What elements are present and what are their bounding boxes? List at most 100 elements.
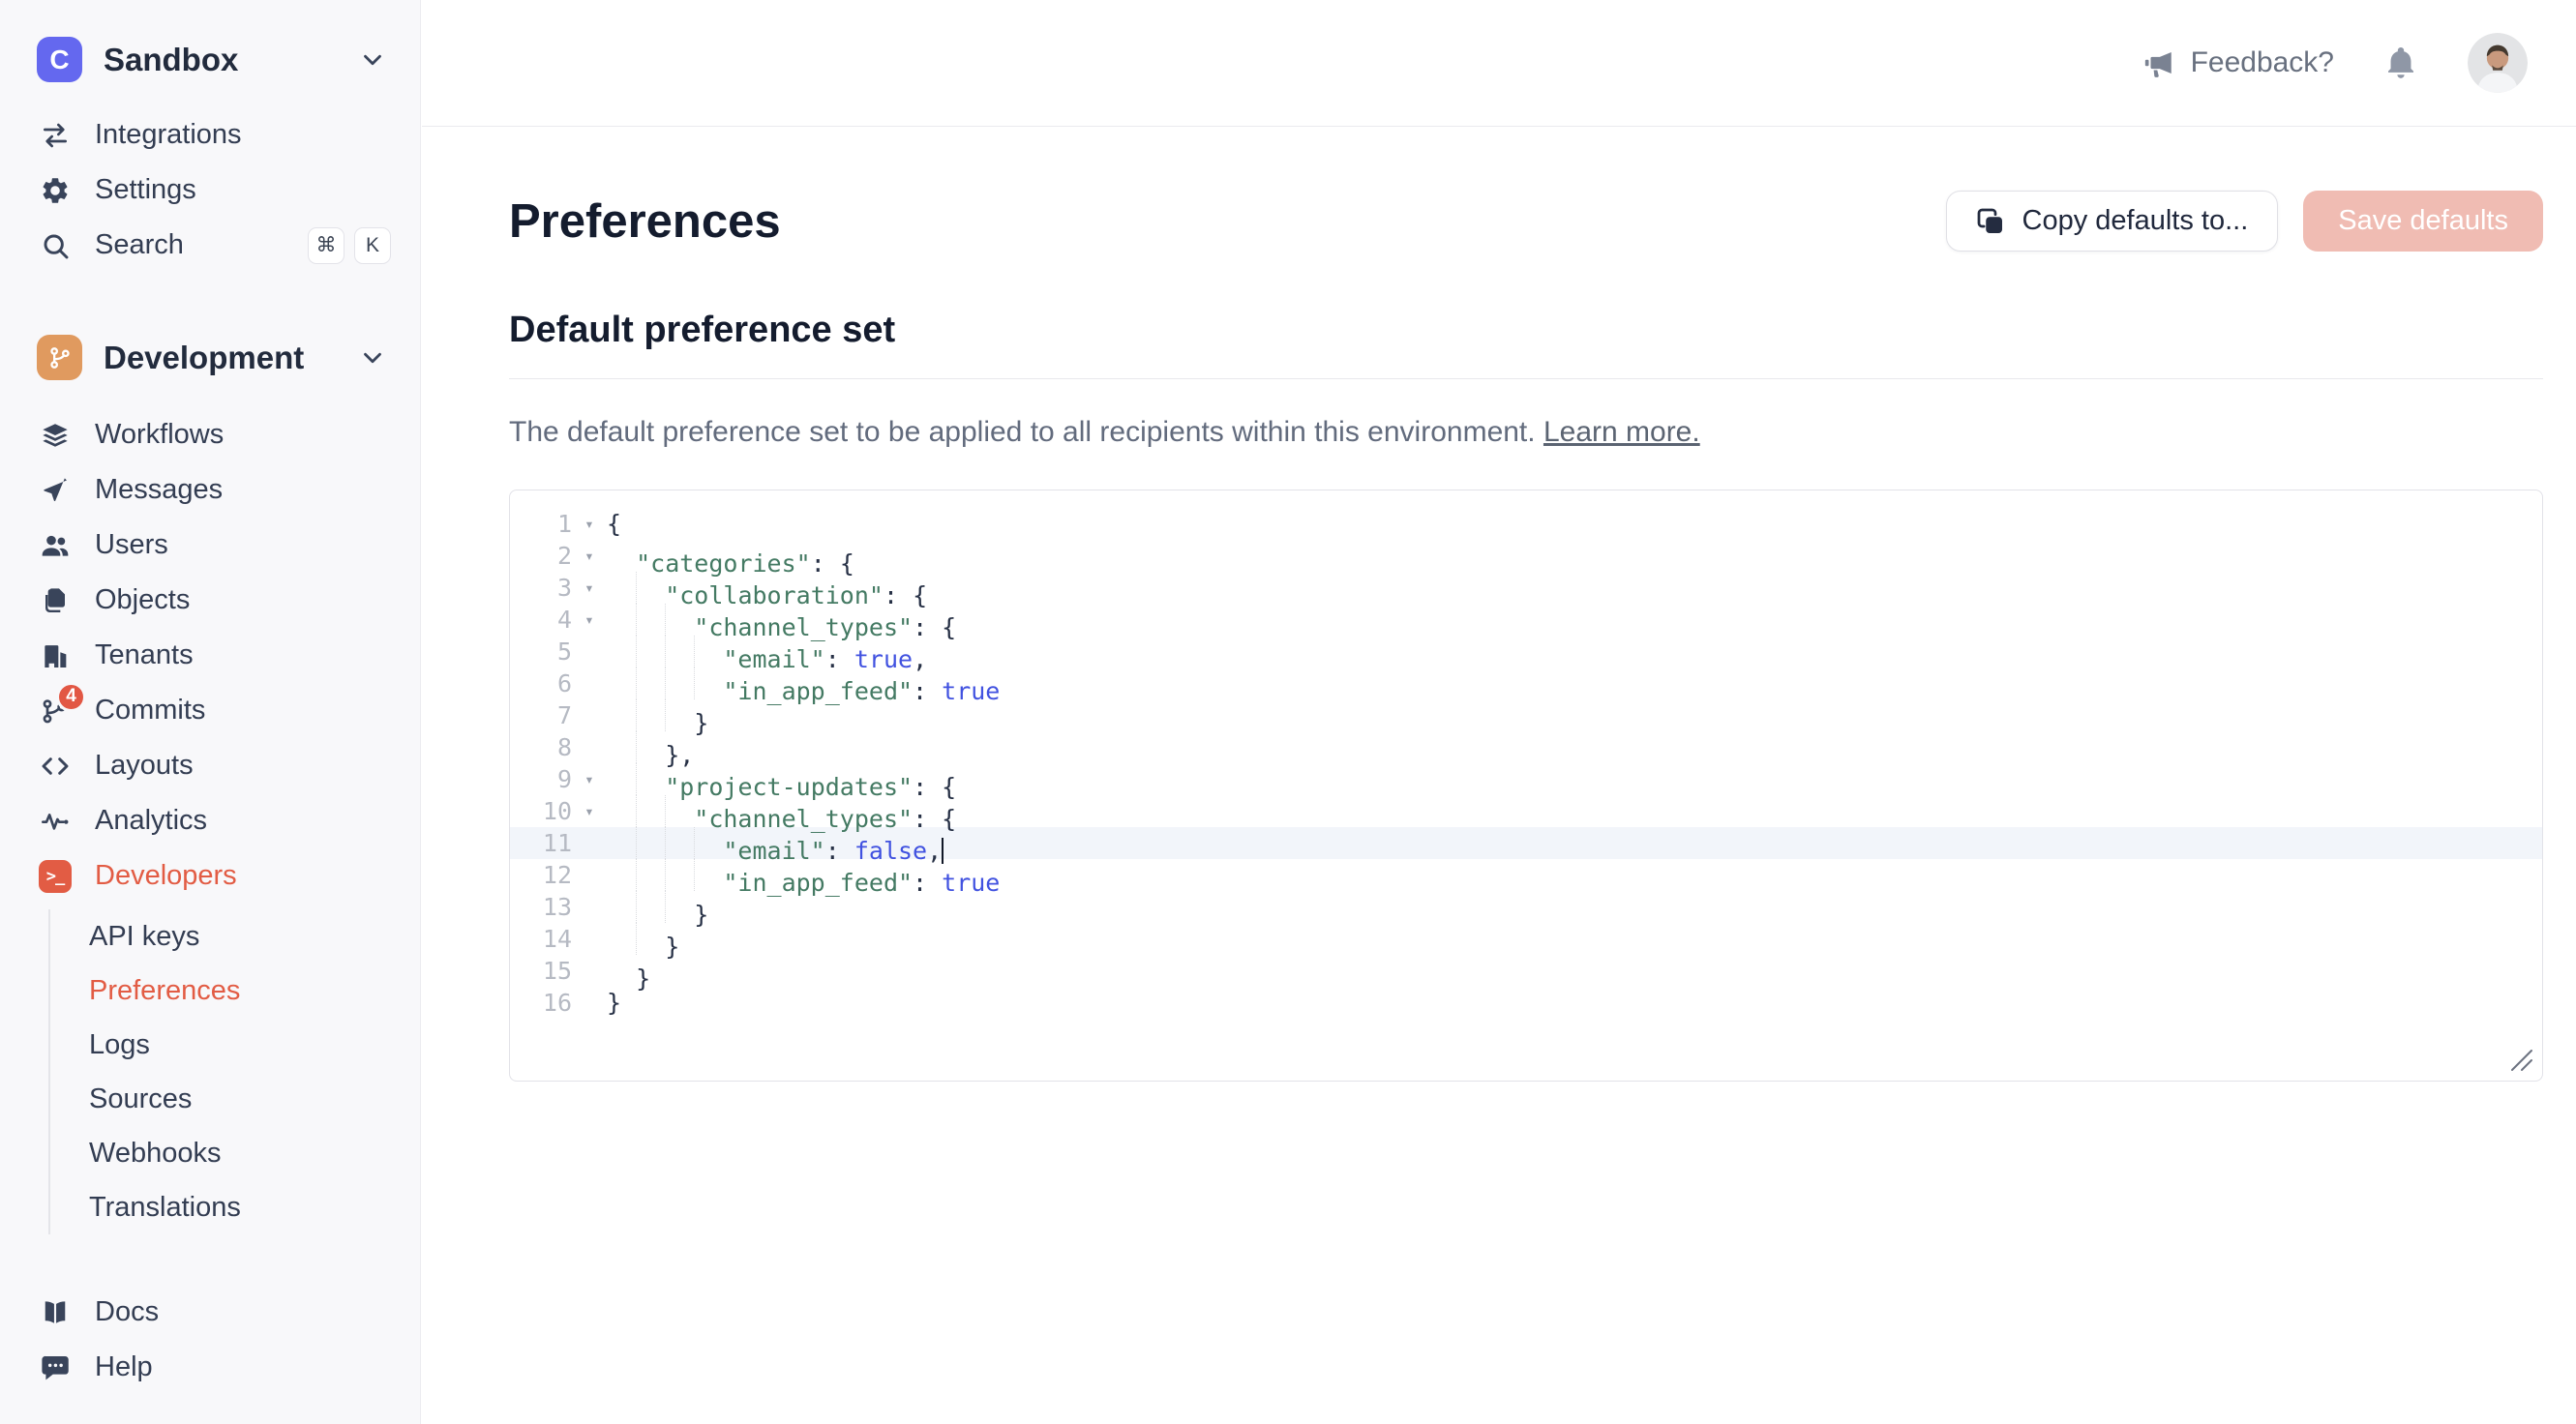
sidebar-item-layouts[interactable]: Layouts	[0, 738, 420, 793]
code-line[interactable]: 10▾"channel_types": {	[510, 795, 2542, 827]
workspace-switcher[interactable]: C Sandbox	[0, 0, 420, 107]
indent-guide	[636, 827, 665, 859]
fold-arrow-icon[interactable]: ▾	[572, 604, 607, 636]
learn-more-link[interactable]: Learn more.	[1543, 416, 1700, 448]
sidebar-item-tenants[interactable]: Tenants	[0, 628, 420, 683]
code-line[interactable]: 1▾{	[510, 508, 2542, 540]
code-line[interactable]: 14}	[510, 923, 2542, 955]
fold-arrow-icon[interactable]: ▾	[572, 795, 607, 827]
environment-name: Development	[104, 340, 337, 376]
fold-arrow-icon[interactable]: ▾	[572, 763, 607, 795]
sidebar-item-developers[interactable]: >_Developers	[0, 848, 420, 904]
code-line[interactable]: 3▾"collaboration": {	[510, 572, 2542, 604]
sidebar-item-label: Help	[95, 1351, 391, 1383]
sidebar-item-docs[interactable]: Docs	[0, 1285, 420, 1340]
code-text: "channel_types": {	[607, 795, 956, 827]
sidebar-item-settings[interactable]: Settings	[0, 163, 420, 218]
sidebar-subitem-api-keys[interactable]: API keys	[50, 909, 420, 964]
code-line[interactable]: 11"email": false,	[510, 827, 2542, 859]
page-title: Preferences	[509, 194, 781, 249]
indent-guide	[636, 572, 665, 604]
user-avatar[interactable]	[2468, 33, 2528, 93]
indent-guide	[694, 859, 723, 891]
line-number: 2	[510, 540, 572, 572]
copy-defaults-label: Copy defaults to...	[2022, 205, 2249, 237]
code-line[interactable]: 2▾"categories": {	[510, 540, 2542, 572]
sidebar-item-users[interactable]: Users	[0, 518, 420, 573]
sidebar-item-label: Analytics	[95, 805, 391, 837]
sidebar-item-label: Settings	[95, 174, 391, 206]
sidebar-item-workflows[interactable]: Workflows	[0, 407, 420, 462]
sidebar-subitem-translations[interactable]: Translations	[50, 1180, 420, 1234]
code-line[interactable]: 6"in_app_feed": true	[510, 668, 2542, 699]
sidebar-subitem-label: API keys	[89, 921, 199, 953]
main-area: Feedback? Preferences Copy defaults to..…	[422, 0, 2576, 1424]
indent-guide	[607, 891, 636, 923]
sidebar-item-analytics[interactable]: Analytics	[0, 793, 420, 848]
workspace-logo: C	[37, 37, 82, 82]
indent-guide	[694, 827, 723, 859]
code-line[interactable]: 15}	[510, 955, 2542, 987]
line-number: 10	[510, 795, 572, 827]
environment-switcher[interactable]: Development	[0, 273, 420, 407]
indent-guide	[607, 795, 636, 827]
code-line[interactable]: 16}	[510, 987, 2542, 1019]
sidebar-subitem-label: Webhooks	[89, 1138, 222, 1170]
fold-gutter	[572, 955, 607, 987]
fold-gutter	[572, 668, 607, 699]
code-token: true	[942, 869, 1000, 897]
sidebar-item-help[interactable]: Help	[0, 1340, 420, 1395]
code-line[interactable]: 9▾"project-updates": {	[510, 763, 2542, 795]
code-line[interactable]: 12"in_app_feed": true	[510, 859, 2542, 891]
indent-guide	[607, 859, 636, 891]
fold-gutter	[572, 731, 607, 763]
fold-arrow-icon[interactable]: ▾	[572, 508, 607, 540]
indent-guide	[665, 668, 694, 699]
code-token: }	[665, 933, 679, 961]
notifications-bell-icon[interactable]	[2382, 44, 2419, 81]
feedback-label: Feedback?	[2191, 46, 2334, 79]
objects-icon	[39, 584, 72, 617]
fold-gutter	[572, 923, 607, 955]
resize-handle-icon[interactable]	[2509, 1048, 2534, 1073]
sidebar-subitem-logs[interactable]: Logs	[50, 1018, 420, 1072]
commits-icon: 4	[39, 695, 72, 727]
code-text: "email": true,	[607, 636, 927, 668]
fold-arrow-icon[interactable]: ▾	[572, 572, 607, 604]
sidebar-item-integrations[interactable]: Integrations	[0, 107, 420, 163]
code-line[interactable]: 4▾"channel_types": {	[510, 604, 2542, 636]
environment-logo	[37, 335, 82, 380]
save-defaults-button[interactable]: Save defaults	[2303, 191, 2543, 252]
code-line[interactable]: 5 "email": true,	[510, 636, 2542, 668]
line-number: 4	[510, 604, 572, 636]
json-code-editor[interactable]: 1▾{2▾"categories": {3▾"collaboration": {…	[509, 490, 2543, 1082]
indent-guide	[665, 891, 694, 923]
indent-guide	[636, 668, 665, 699]
line-number: 7	[510, 699, 572, 731]
sidebar-item-search[interactable]: Search⌘K	[0, 218, 420, 273]
sidebar-subitem-label: Preferences	[89, 975, 240, 1007]
code-text: "categories": {	[607, 540, 854, 572]
indent-guide	[636, 763, 665, 795]
indent-guide	[607, 955, 636, 987]
line-number: 5	[510, 636, 572, 668]
code-text: }	[607, 699, 708, 731]
feedback-button[interactable]: Feedback?	[2142, 46, 2334, 79]
copy-icon	[1976, 207, 2005, 236]
code-text: }	[607, 987, 621, 1019]
sidebar-item-label: Developers	[95, 860, 391, 892]
settings-icon	[39, 174, 72, 207]
code-line[interactable]: 8},	[510, 731, 2542, 763]
sidebar-item-label: Commits	[95, 695, 391, 727]
sidebar-subitem-sources[interactable]: Sources	[50, 1072, 420, 1126]
sidebar-item-objects[interactable]: Objects	[0, 573, 420, 628]
code-token: "in_app_feed"	[723, 869, 913, 897]
sidebar-subitem-preferences[interactable]: Preferences	[50, 964, 420, 1018]
copy-defaults-button[interactable]: Copy defaults to...	[1946, 191, 2279, 252]
code-text: }	[607, 923, 679, 955]
sidebar-item-commits[interactable]: 4 Commits	[0, 683, 420, 738]
fold-gutter	[572, 859, 607, 891]
sidebar-item-messages[interactable]: Messages	[0, 462, 420, 518]
fold-arrow-icon[interactable]: ▾	[572, 540, 607, 572]
sidebar-subitem-webhooks[interactable]: Webhooks	[50, 1126, 420, 1180]
